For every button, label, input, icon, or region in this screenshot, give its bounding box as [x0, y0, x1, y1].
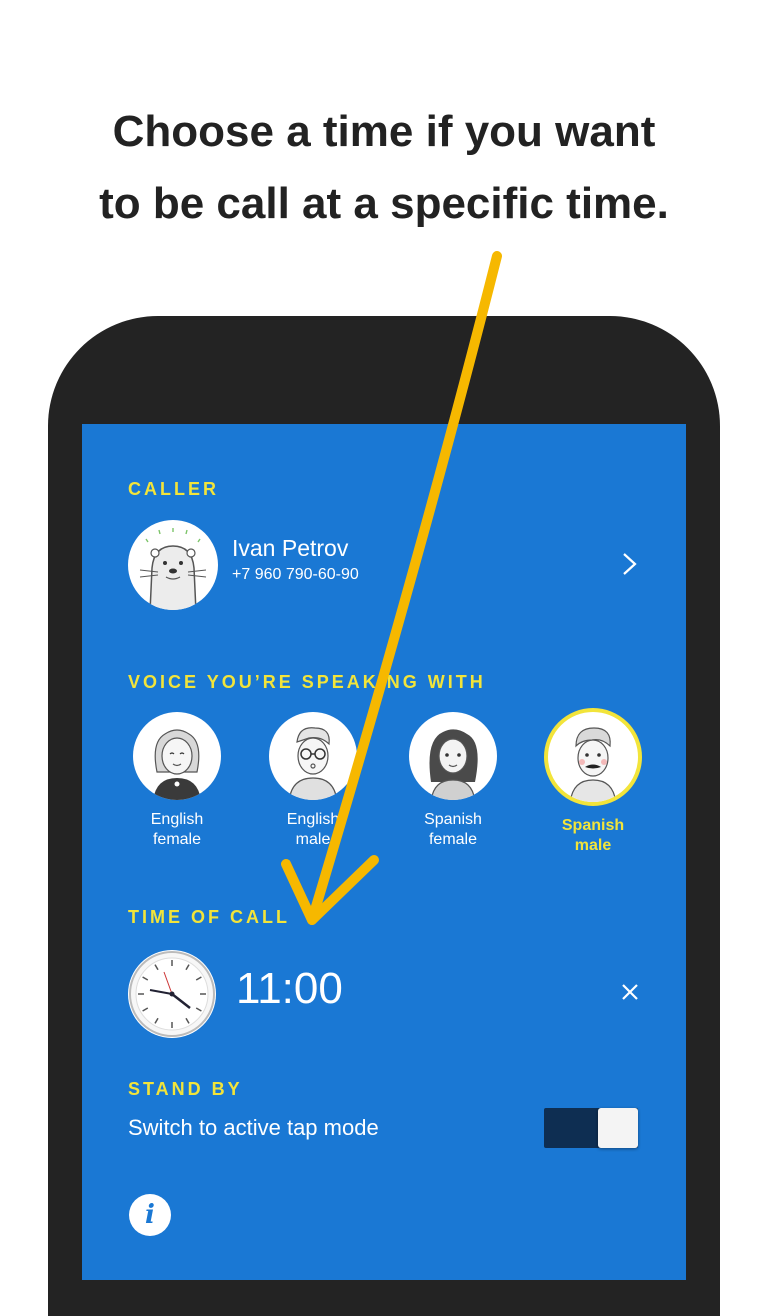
voice-option-spanish-male[interactable]: Spanish male	[528, 708, 658, 856]
voice-language: Spanish	[561, 817, 625, 834]
voice-label: Spanish female	[388, 810, 518, 850]
voice-label: English male	[248, 810, 378, 850]
english-male-avatar	[269, 712, 357, 800]
time-of-call-value[interactable]: 11:00	[236, 964, 343, 1014]
voice-gender: male	[295, 831, 331, 848]
man-with-mustache-icon	[569, 727, 617, 802]
voices-section-title: VOICE YOU’RE SPEAKING WITH	[128, 672, 486, 692]
woman-dark-hair-icon	[429, 729, 478, 800]
woman-portrait-icon	[153, 729, 201, 800]
active-tap-mode-toggle[interactable]	[544, 1108, 638, 1148]
info-icon[interactable]: i	[129, 1194, 171, 1236]
close-icon[interactable]	[616, 978, 644, 1006]
headline-line-2: to be call at a specific time.	[99, 179, 669, 228]
voice-gender: female	[152, 831, 202, 848]
voice-gender: female	[428, 831, 478, 848]
clock-icon[interactable]	[128, 950, 216, 1038]
voice-gender: male	[574, 837, 612, 854]
spanish-male-avatar	[544, 708, 642, 806]
caller-avatar[interactable]	[128, 520, 218, 610]
clock-face	[129, 951, 215, 1037]
time-of-call-section-title: TIME OF CALL	[128, 907, 290, 927]
voice-option-english-female[interactable]: English female	[112, 712, 242, 850]
spanish-female-avatar	[409, 712, 497, 800]
caller-section-title: CALLER	[128, 479, 219, 499]
voice-language: Spanish	[424, 811, 482, 828]
voice-label: English female	[112, 810, 242, 850]
caller-name: Ivan Petrov	[232, 535, 349, 561]
english-female-avatar	[133, 712, 221, 800]
headline-line-1: Choose a time if you want	[112, 107, 656, 156]
voice-language: English	[150, 811, 204, 828]
voice-language: English	[286, 811, 340, 828]
toggle-knob	[598, 1108, 638, 1148]
voice-option-english-male[interactable]: English male	[248, 712, 378, 850]
chevron-right-icon[interactable]	[614, 544, 646, 584]
caller-phone: +7 960 790-60-90	[232, 566, 359, 583]
headline: Choose a time if you want to be call at …	[0, 96, 768, 240]
standby-section-title: STAND BY	[128, 1079, 243, 1099]
otter-avatar-icon	[139, 528, 207, 610]
voice-option-spanish-female[interactable]: Spanish female	[388, 712, 518, 850]
app-screen: CALLER Ivan Petrov +7 960 790-60-90 VOIC…	[82, 424, 686, 1280]
man-with-glasses-icon	[288, 727, 338, 800]
voice-label: Spanish male	[528, 816, 658, 856]
standby-label: Switch to active tap mode	[128, 1115, 379, 1140]
